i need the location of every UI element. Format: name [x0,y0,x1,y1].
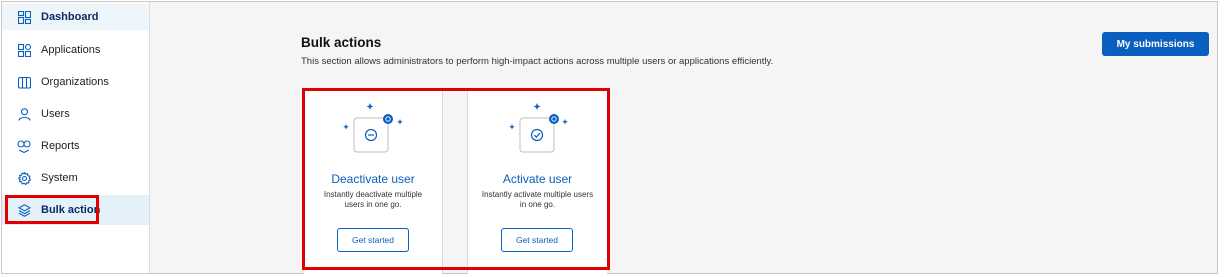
sidebar-item-dashboard[interactable]: Dashboard [2,4,149,30]
page-description: This section allows administrators to pe… [301,56,774,67]
activate-user-card[interactable]: Activate user Instantly activate multipl… [467,88,607,274]
card-description: Instantly deactivate multiple users in o… [323,190,423,209]
get-started-button[interactable]: Get started [337,228,409,252]
layers-icon [17,203,31,217]
sidebar-item-organizations[interactable]: Organizations [2,67,149,97]
reports-icon [17,139,31,153]
sidebar: Dashboard Applications Organizations Use… [2,2,150,273]
deactivate-illustration [304,98,442,158]
gear-icon [17,171,31,185]
sidebar-item-applications[interactable]: Applications [2,35,149,65]
sidebar-item-label: Reports [41,140,80,152]
sidebar-item-bulk-action[interactable]: Bulk action [2,195,149,225]
card-title: Deactivate user [331,172,415,186]
sidebar-item-label: Users [41,108,70,120]
sidebar-item-reports[interactable]: Reports [2,131,149,161]
organizations-icon [17,75,31,89]
page-title: Bulk actions [301,35,382,50]
user-icon [17,107,31,121]
card-description: Instantly activate multiple users in one… [481,190,594,209]
dashboard-icon [17,10,31,24]
sidebar-item-system[interactable]: System [2,163,149,193]
applications-icon [17,43,31,57]
sidebar-item-label: Organizations [41,76,109,88]
card-title: Activate user [502,172,573,186]
activate-illustration [468,98,607,158]
my-submissions-button[interactable]: My submissions [1102,32,1209,56]
sidebar-item-label: Applications [41,44,101,56]
sidebar-item-users[interactable]: Users [2,99,149,129]
sidebar-item-label: Bulk action [41,204,101,216]
get-started-button[interactable]: Get started [501,228,573,252]
sidebar-item-label: Dashboard [41,11,99,23]
deactivate-user-card[interactable]: Deactivate user Instantly deactivate mul… [304,88,443,274]
sidebar-item-label: System [41,172,78,184]
app-window: Dashboard Applications Organizations Use… [1,1,1218,274]
